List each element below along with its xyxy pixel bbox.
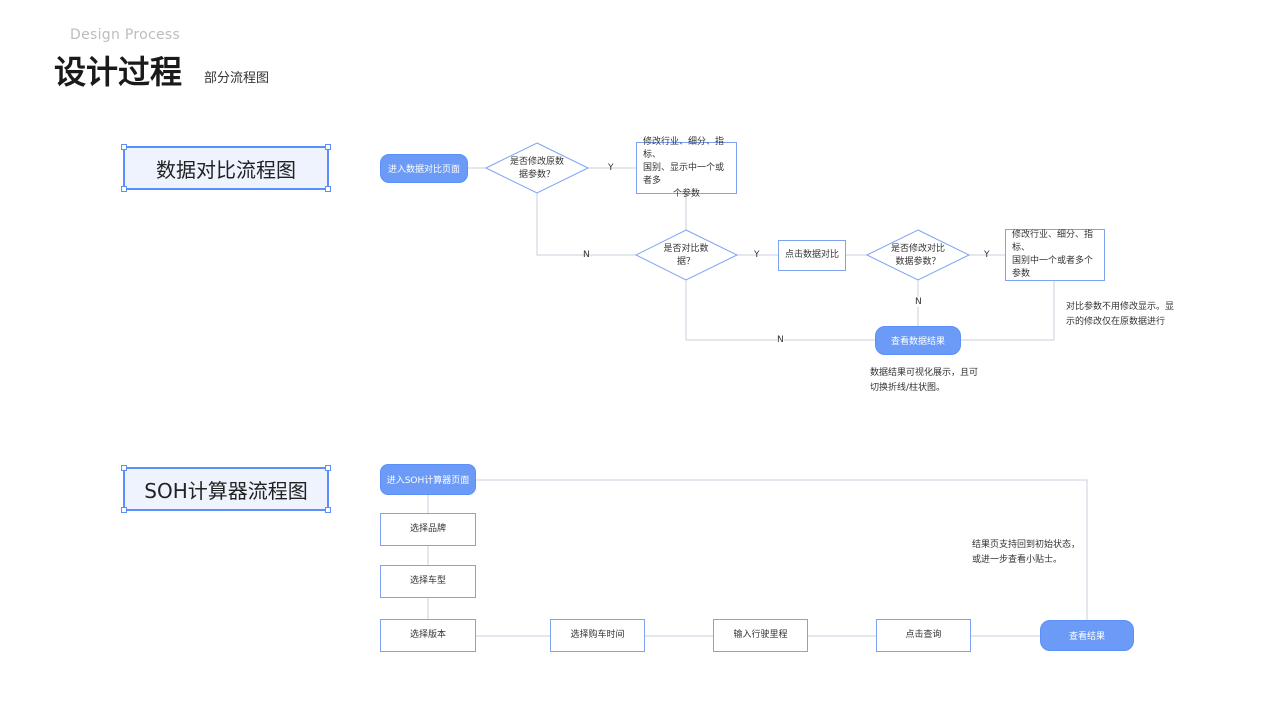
step-version[interactable]: 选择版本 <box>380 619 476 652</box>
resize-handle[interactable] <box>121 186 127 192</box>
resize-handle[interactable] <box>325 186 331 192</box>
flow1-label[interactable]: 数据对比流程图 <box>121 144 331 192</box>
edge-action3-result <box>961 281 1055 341</box>
action3-line: 修改行业、细分、指标、 <box>1012 230 1094 253</box>
step-mileage[interactable]: 输入行驶里程 <box>713 619 808 652</box>
note-compare-params: 对比参数不用修改显示。显 示的修改仅在原数据进行 <box>1066 300 1174 330</box>
note-result-visual: 数据结果可视化展示，且可 切换折线/柱状图。 <box>870 366 978 396</box>
note-line: 示的修改仅在原数据进行 <box>1066 317 1166 327</box>
resize-handle[interactable] <box>325 507 331 513</box>
decision3-line: 数据参数？ <box>895 257 941 267</box>
edge-label-n: N <box>583 250 590 260</box>
edge-label-n: N <box>915 297 922 307</box>
decision2-line: 是否对比数 <box>663 244 709 254</box>
decision1-label: 是否修改原数 据参数？ <box>496 156 578 182</box>
decision1-line: 是否修改原数 <box>509 157 564 167</box>
flow2-label[interactable]: SOH计算器流程图 <box>121 465 331 513</box>
note-line: 切换折线/柱状图。 <box>870 383 946 393</box>
note-line: 对比参数不用修改显示。显 <box>1066 302 1175 312</box>
action3-line: 国别中一个或者多个参数 <box>1012 256 1094 279</box>
decision2-label: 是否对比数 据？ <box>646 243 726 269</box>
action1-line: 国别、显示中一个或者多 <box>643 162 725 186</box>
action1-line: 修改行业、细分、指标、 <box>643 136 725 160</box>
flow2-result-node[interactable]: 查看结果 <box>1040 620 1134 651</box>
decision3-line: 是否修改对比 <box>890 244 945 254</box>
edge-decision2-result <box>685 280 875 341</box>
action1-node[interactable]: 修改行业、细分、指标、 国别、显示中一个或者多 个参数 <box>636 137 737 199</box>
note-line: 结果页支持回到初始状态， <box>972 540 1081 550</box>
note-line: 数据结果可视化展示，且可 <box>870 368 979 378</box>
action2-node[interactable]: 点击数据对比 <box>778 240 846 271</box>
step-brand[interactable]: 选择品牌 <box>380 513 476 546</box>
resize-handle[interactable] <box>325 144 331 150</box>
edge-label-y: Y <box>754 250 760 260</box>
connector-lines <box>427 142 1088 637</box>
flow1-result-node[interactable]: 查看数据结果 <box>875 326 961 355</box>
resize-handle[interactable] <box>121 465 127 471</box>
step-purchase-time[interactable]: 选择购车时间 <box>550 619 645 652</box>
edge-label-y: Y <box>608 163 614 173</box>
flow1-label-text: 数据对比流程图 <box>156 157 296 182</box>
edge-label-n: N <box>777 335 784 345</box>
note-line: 或进一步查看小贴士。 <box>972 555 1063 565</box>
note-result-page: 结果页支持回到初始状态， 或进一步查看小贴士。 <box>972 538 1080 568</box>
action3-node[interactable]: 修改行业、细分、指标、 国别中一个或者多个参数 <box>1005 229 1105 281</box>
resize-handle[interactable] <box>121 144 127 150</box>
resize-handle[interactable] <box>121 507 127 513</box>
action1-line: 个参数 <box>672 188 700 199</box>
step-query[interactable]: 点击查询 <box>876 619 971 652</box>
decision1-line: 据参数？ <box>518 170 555 180</box>
resize-handle[interactable] <box>325 465 331 471</box>
step-model[interactable]: 选择车型 <box>380 565 476 598</box>
decision3-label: 是否修改对比 数据参数？ <box>877 243 959 269</box>
edge-label-y: Y <box>984 250 990 260</box>
flow1-start-node[interactable]: 进入数据对比页面 <box>380 154 468 183</box>
edge-decision1-decision2 <box>536 193 636 256</box>
decision2-line: 据？ <box>676 257 695 267</box>
flow2-label-text: SOH计算器流程图 <box>144 478 308 503</box>
flow2-start-node[interactable]: 进入SOH计算器页面 <box>380 464 476 495</box>
